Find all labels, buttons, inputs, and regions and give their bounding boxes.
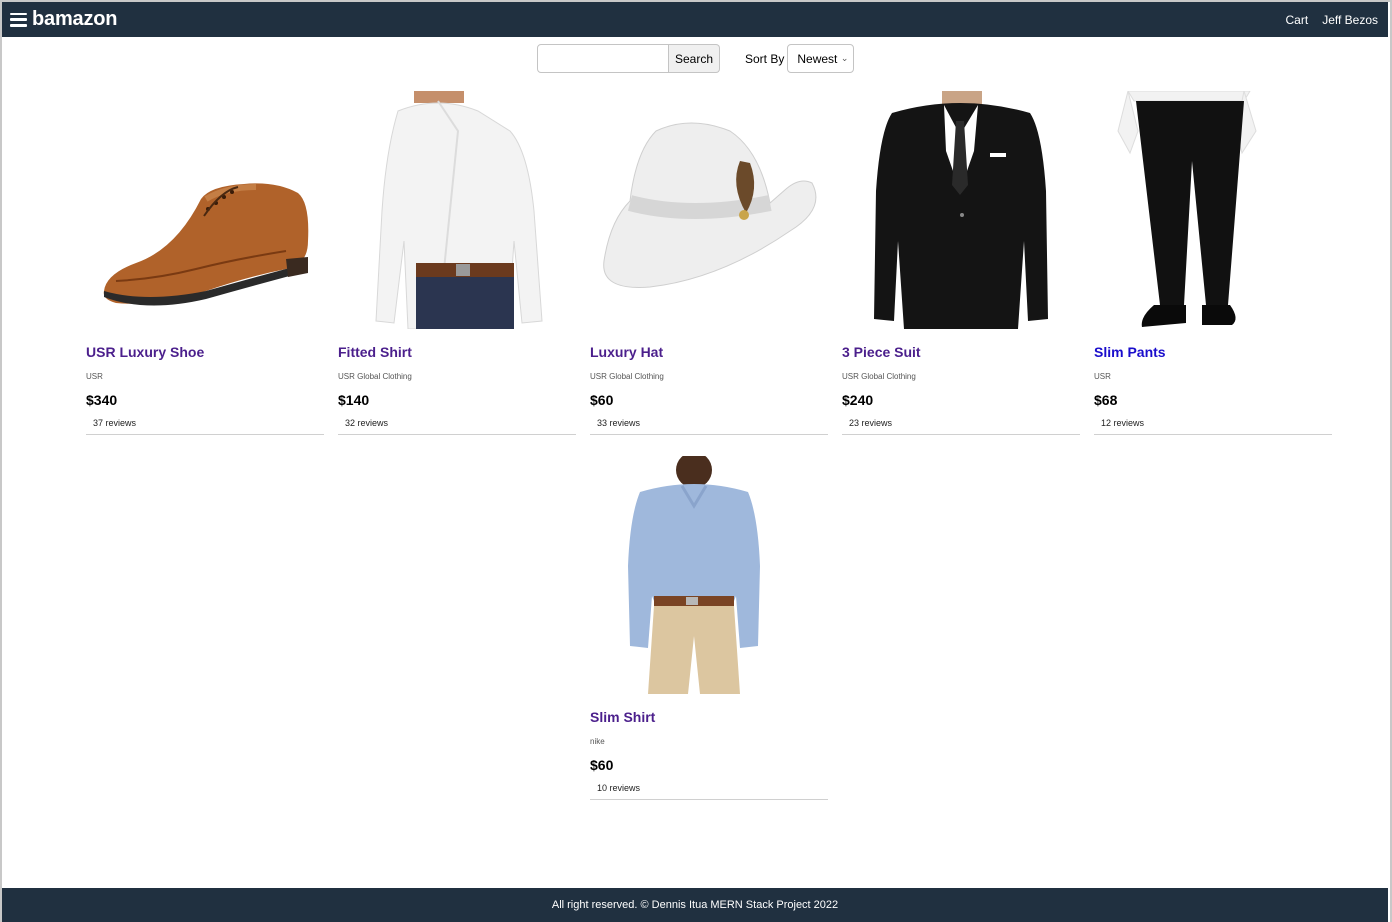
product-image-fitted-shirt[interactable]: [338, 91, 576, 329]
brand: bamazon: [10, 8, 117, 31]
product-reviews: 37 reviews: [86, 418, 324, 435]
product-image-pants[interactable]: [1094, 91, 1332, 329]
product-price: $340: [86, 392, 118, 408]
product-card: Slim Pants USR $68 12 reviews: [1094, 91, 1332, 435]
suit-image-icon: [874, 91, 1048, 329]
product-brand: USR: [1094, 372, 1111, 381]
search-button[interactable]: Search: [669, 44, 720, 73]
product-card: Fitted Shirt USR Global Clothing $140 32…: [338, 91, 576, 435]
product-brand: USR Global Clothing: [338, 372, 412, 381]
product-card: USR Luxury Shoe USR $340 37 reviews: [86, 91, 324, 435]
search-sort-bar: Search Sort By Newest ⌄: [537, 44, 855, 73]
sort-select[interactable]: Newest ⌄: [787, 44, 855, 73]
cart-link[interactable]: Cart: [1286, 13, 1309, 27]
product-name-link[interactable]: USR Luxury Shoe: [86, 344, 324, 360]
header-links: Cart Jeff Bezos: [1286, 13, 1378, 27]
product-brand: USR Global Clothing: [842, 372, 916, 381]
user-menu-link[interactable]: Jeff Bezos: [1322, 13, 1378, 27]
product-price: $60: [590, 757, 614, 773]
product-name-link[interactable]: Fitted Shirt: [338, 344, 576, 360]
product-card: 3 Piece Suit USR Global Clothing $240 23…: [842, 91, 1080, 435]
product-brand: USR Global Clothing: [590, 372, 664, 381]
product-image-shoe[interactable]: [86, 91, 324, 329]
product-brand: nike: [590, 737, 605, 746]
footer-copyright: All right reserved. © Dennis Itua MERN S…: [551, 899, 839, 911]
product-name-link[interactable]: Slim Shirt: [590, 709, 828, 725]
product-price: $68: [1094, 392, 1118, 408]
chevron-down-icon: ⌄: [840, 53, 849, 63]
product-name-link[interactable]: 3 Piece Suit: [842, 344, 1080, 360]
sort-label: Sort By: [745, 51, 785, 66]
shoe-image-icon: [103, 183, 309, 306]
product-reviews: 12 reviews: [1094, 418, 1332, 435]
product-price: $60: [590, 392, 614, 408]
brand-logo-link[interactable]: bamazon: [32, 8, 117, 31]
blue-shirt-image-icon: [628, 456, 760, 694]
search-input[interactable]: [537, 44, 669, 73]
footer: All right reserved. © Dennis Itua MERN S…: [2, 888, 1388, 922]
shirt-image-icon: [375, 91, 543, 329]
navbar: bamazon Cart Jeff Bezos: [2, 2, 1388, 37]
hamburger-menu-icon[interactable]: [10, 12, 27, 27]
product-card: Luxury Hat USR Global Clothing $60 33 re…: [590, 91, 828, 435]
product-brand: USR: [86, 372, 103, 381]
product-image-hat[interactable]: [590, 91, 828, 329]
product-name-link[interactable]: Luxury Hat: [590, 344, 828, 360]
product-image-slim-shirt[interactable]: [590, 456, 828, 694]
product-name-link[interactable]: Slim Pants: [1094, 344, 1332, 360]
pants-image-icon: [1117, 91, 1257, 327]
hat-image-icon: [603, 122, 817, 288]
product-card: Slim Shirt nike $60 10 reviews: [590, 456, 828, 800]
product-reviews: 23 reviews: [842, 418, 1080, 435]
product-reviews: 10 reviews: [590, 783, 828, 800]
product-image-suit[interactable]: [842, 91, 1080, 329]
product-reviews: 32 reviews: [338, 418, 576, 435]
product-price: $240: [842, 392, 874, 408]
sort-selected-value: Newest: [797, 51, 838, 66]
product-reviews: 33 reviews: [590, 418, 828, 435]
product-price: $140: [338, 392, 370, 408]
